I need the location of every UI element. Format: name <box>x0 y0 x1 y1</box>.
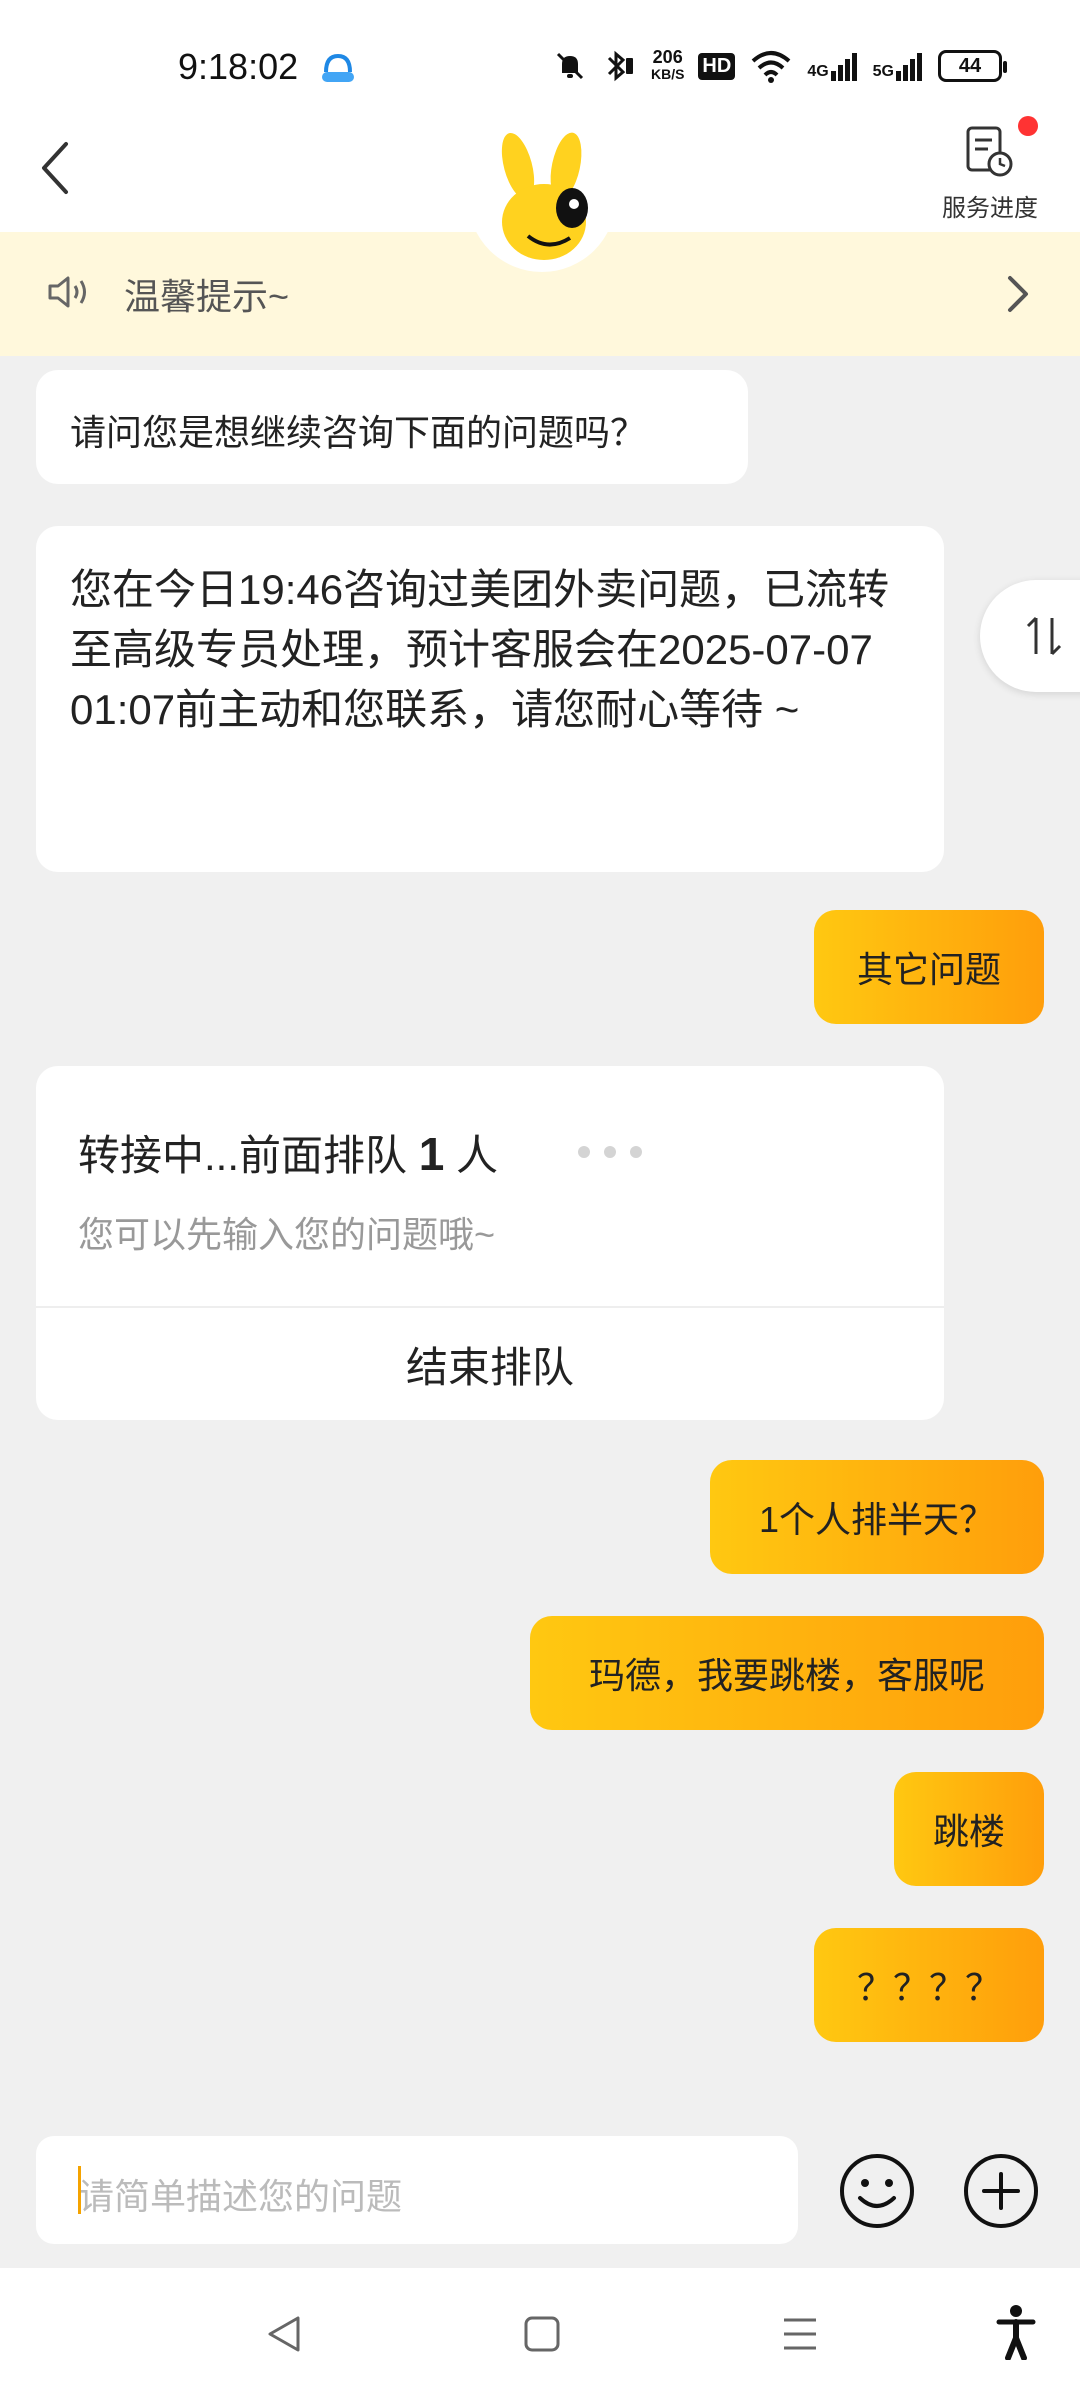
agent-message: 您在今日19:46咨询过美团外卖问题，已流转至高级专员处理，预计客服会在2025… <box>36 526 944 872</box>
bluetooth-icon <box>607 50 633 82</box>
queue-title: 转接中...前面排队 1 人 <box>78 1122 498 1183</box>
status-bar: 9:18:02 206 KB/S HD 4G 5G 44 <box>0 0 1080 100</box>
swap-vertical-icon <box>1026 616 1062 656</box>
queue-title-suffix: 人 <box>455 1132 498 1179</box>
input-bar: 请简单描述您的问题 <box>0 2112 1080 2268</box>
queue-subtitle: 您可以先输入您的问题哦~ <box>78 1214 496 1255</box>
battery-level: 44 <box>958 54 982 77</box>
notification-dot <box>1018 116 1038 136</box>
end-queue-button[interactable]: 结束排队 <box>36 1308 944 1420</box>
network-speed: 206 KB/S <box>650 47 685 83</box>
mascot-avatar <box>468 124 616 272</box>
nav-back-icon[interactable] <box>264 2312 304 2356</box>
signal-4g-label: 4G <box>807 63 829 80</box>
user-message: 1个人排半天？ <box>710 1460 1044 1574</box>
queue-title-prefix: 转接中...前面排队 <box>78 1132 408 1179</box>
user-message: 其它问题 <box>814 910 1044 1024</box>
plus-circle-icon[interactable] <box>962 2152 1040 2230</box>
back-arrow-icon[interactable] <box>30 128 90 208</box>
agent-message: 请问您是想继续咨询下面的问题吗？ <box>36 370 748 484</box>
service-progress-button[interactable]: 服务进度 <box>920 116 1060 228</box>
speaker-icon <box>48 276 86 308</box>
signal-4g: 4G <box>807 51 858 81</box>
user-message: 跳楼 <box>894 1772 1044 1886</box>
swap-scroll-button[interactable] <box>980 580 1080 692</box>
input-placeholder: 请简单描述您的问题 <box>78 2176 403 2217</box>
queue-card: 转接中...前面排队 1 人 您可以先输入您的问题哦~ 结束排队 <box>36 1066 944 1420</box>
status-icons: 206 KB/S HD 4G 5G 44 <box>553 44 1007 88</box>
signal-5g-label: 5G <box>872 63 894 80</box>
signal-bars-icon <box>830 53 857 81</box>
app-notification-icon <box>322 53 354 82</box>
mute-bell-icon <box>556 52 584 80</box>
notice-text: 温馨提示~ <box>124 276 290 317</box>
nav-menu-icon[interactable] <box>780 2312 820 2356</box>
queue-count: 1 <box>418 1128 445 1180</box>
hd-badge: HD <box>698 52 736 80</box>
battery-indicator: 44 <box>938 50 1007 82</box>
emoji-icon[interactable] <box>838 2152 916 2230</box>
nav-home-icon[interactable] <box>522 2312 562 2356</box>
chevron-right-icon <box>1008 276 1028 312</box>
net-speed-value: 206 <box>652 47 683 67</box>
loading-dots <box>578 1146 642 1158</box>
chat-header: 服务进度 <box>0 100 1080 272</box>
service-progress-icon <box>966 126 1013 177</box>
user-message: ？？？？ <box>814 1928 1044 2042</box>
text-caret <box>78 2166 81 2214</box>
user-message: 玛德，我要跳楼，客服呢 <box>530 1616 1044 1730</box>
wifi-icon <box>751 51 791 83</box>
signal-5g: 5G <box>873 51 924 81</box>
message-input[interactable]: 请简单描述您的问题 <box>36 2136 798 2244</box>
service-progress-label: 服务进度 <box>942 195 1038 222</box>
status-time: 9:18:02 <box>178 46 299 87</box>
accessibility-icon[interactable] <box>996 2304 1036 2360</box>
signal-bars-icon <box>896 53 922 81</box>
net-speed-unit: KB/S <box>650 66 685 82</box>
system-nav-bar <box>0 2268 1080 2400</box>
